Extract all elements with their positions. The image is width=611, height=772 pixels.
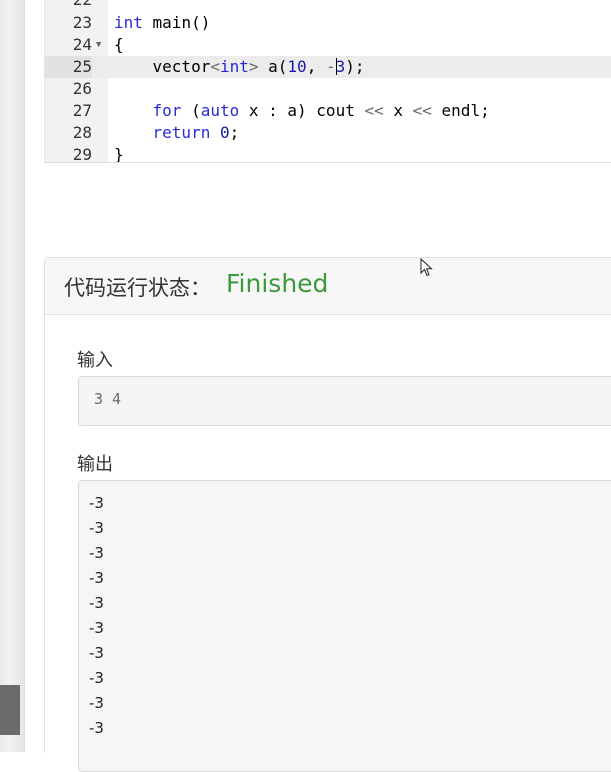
line-number: 23 [72,13,92,32]
code-text: int main() [114,13,211,32]
output-line: -3 [89,569,104,587]
code-line-active[interactable]: 25 vector<int> a(10, -3); [45,56,611,78]
code-line[interactable]: 29 } [45,144,611,163]
code-line[interactable]: 23 int main() [45,12,611,34]
code-editor[interactable]: 22 23 int main() 24 ▼ { 25 vector<int> a… [44,0,611,163]
code-text: vector<int> a(10, -3); [114,57,365,76]
line-number: 22 [45,0,92,11]
code-line[interactable]: 22 [45,0,611,11]
card-header: 代码运行状态： Finished [45,258,611,315]
output-line: -3 [89,544,104,562]
status-value: Finished [226,269,329,298]
output-line: -3 [89,694,104,712]
code-line[interactable]: 28 return 0; [45,122,611,144]
output-label: 输出 [77,454,113,475]
line-number: 27 [72,101,92,120]
output-line: -3 [89,494,104,512]
mouse-pointer-icon [420,258,433,277]
input-value: 3 4 [94,390,122,408]
output-line: -3 [89,719,104,737]
output-area[interactable]: -3 -3 -3 -3 -3 -3 -3 -3 -3 -3 [78,480,611,772]
line-number: 26 [72,79,92,98]
output-line: -3 [89,594,104,612]
output-line: -3 [89,519,104,537]
run-status-card: 代码运行状态： Finished 输入 3 4 输出 -3 -3 -3 -3 -… [44,257,611,772]
code-text: return 0; [152,123,240,142]
side-tab[interactable] [0,685,20,735]
line-number: 25 [45,56,92,78]
line-number: 24 [72,35,92,54]
output-line: -3 [89,669,104,687]
input-label: 输入 [77,350,113,371]
line-number: 29 [72,145,92,163]
status-label: 代码运行状态： [64,276,211,300]
output-line: -3 [89,619,104,637]
page-left-margin [0,0,25,752]
code-text: } [114,145,124,163]
input-field[interactable]: 3 4 [78,376,611,426]
code-line[interactable]: 24 ▼ { [45,34,611,56]
fold-arrow-icon[interactable]: ▼ [96,34,101,56]
line-number: 28 [72,123,92,142]
code-text: for (auto x : a) cout << x << endl; [152,101,490,120]
code-line[interactable]: 27 for (auto x : a) cout << x << endl; [45,100,611,122]
output-line: -3 [89,644,104,662]
code-line[interactable]: 26 [45,78,611,100]
code-text: { [114,35,124,54]
